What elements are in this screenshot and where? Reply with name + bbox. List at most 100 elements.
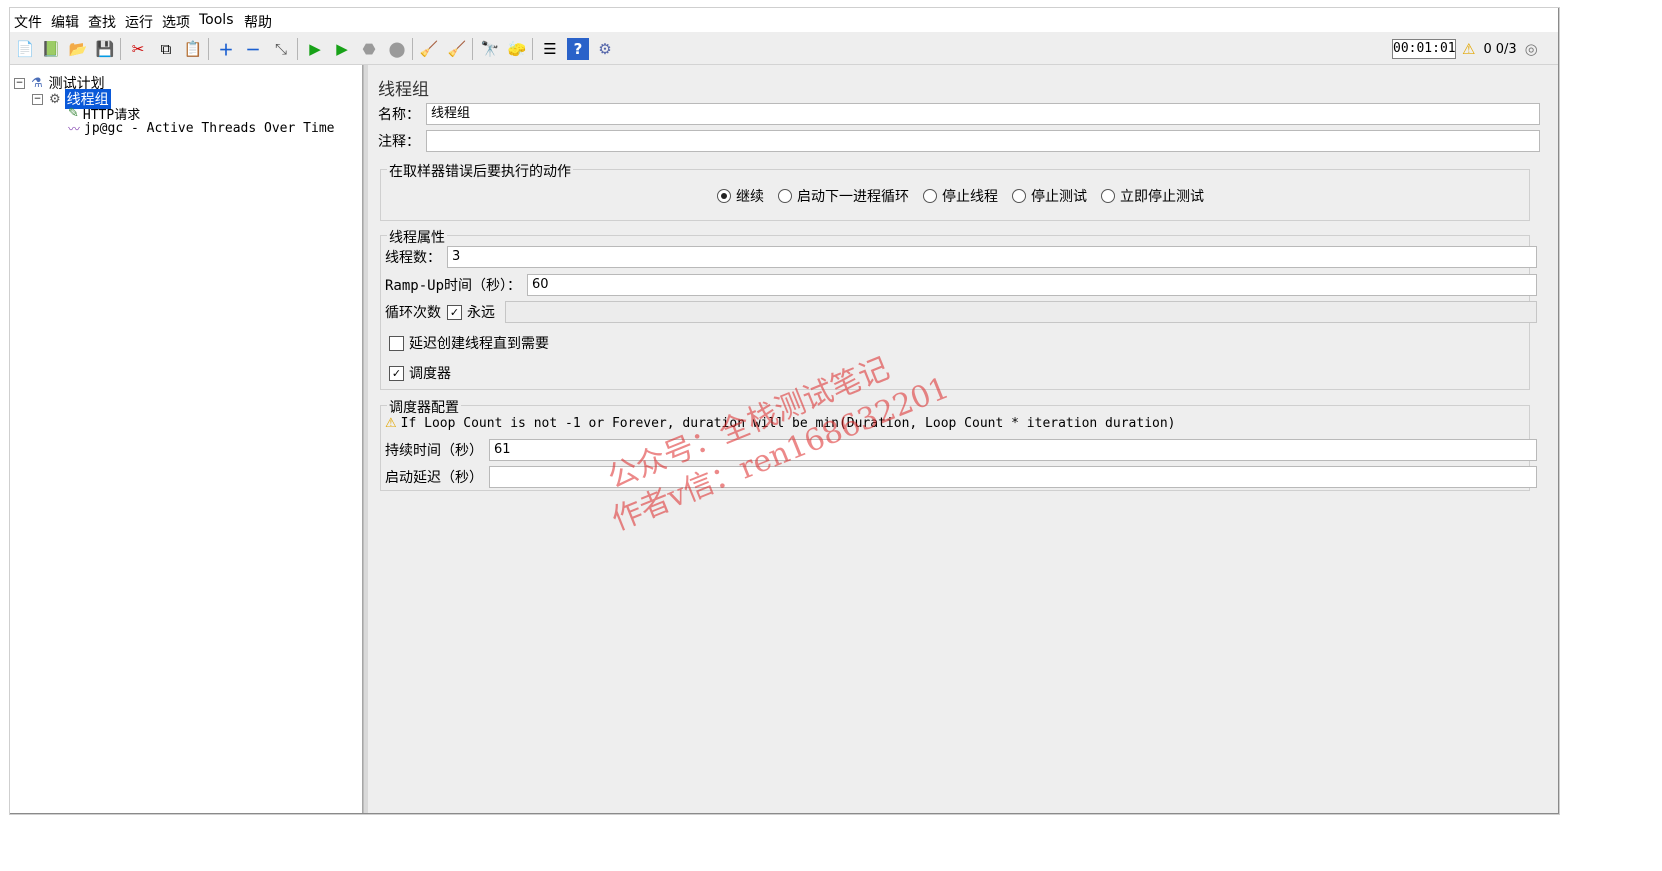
- expand-icon[interactable]: ＋: [215, 38, 237, 60]
- scheduler-row[interactable]: ✓ 调度器: [389, 363, 457, 383]
- collapse-icon[interactable]: －: [242, 38, 264, 60]
- radio-label: 停止测试: [1031, 189, 1087, 205]
- panel-title: 线程组: [378, 80, 429, 100]
- toggle-icon[interactable]: ⤡: [270, 38, 292, 60]
- radio-label: 停止线程: [942, 189, 998, 205]
- menu-run[interactable]: 运行: [125, 12, 153, 32]
- startup-delay-label: 启动延迟（秒）: [385, 470, 483, 486]
- error-action-group: 在取样器错误后要执行的动作 继续 启动下一进程循环 停止线程 停止测试 立即停止…: [380, 161, 1530, 221]
- status-indicators: ⚠ 0 0/3 ◎: [1462, 40, 1538, 58]
- menu-edit[interactable]: 编辑: [51, 12, 79, 32]
- menu-tools[interactable]: Tools: [199, 12, 234, 28]
- scheduler-config-legend: 调度器配置: [387, 397, 461, 417]
- error-action-legend: 在取样器错误后要执行的动作: [387, 161, 573, 181]
- radio-dot: [923, 189, 937, 203]
- graph-icon: 〰: [68, 122, 81, 136]
- collapse-toggle[interactable]: −: [32, 93, 43, 105]
- search-icon[interactable]: 🔭: [479, 38, 501, 60]
- toolbar: 📄 📗 📂 💾 ✂ ⧉ 📋 ＋ － ⤡ ▶ ▶ ⬣ ⬤ 🧹 🧹 🔭 🧽 ☰ ? …: [10, 34, 1558, 65]
- active-threads: 0/3: [1495, 41, 1517, 57]
- threads-field[interactable]: 3: [447, 246, 1537, 268]
- save-icon[interactable]: 💾: [94, 38, 116, 60]
- warning-icon: ⚠: [385, 416, 397, 431]
- scheduler-label: 调度器: [409, 366, 451, 382]
- separator: [297, 38, 298, 60]
- separator: [412, 38, 413, 60]
- menu-help[interactable]: 帮助: [244, 12, 272, 32]
- delay-label: 延迟创建线程直到需要: [409, 336, 549, 352]
- threads-row: 线程数： 3: [385, 246, 1537, 268]
- radio-stop-test-now[interactable]: 立即停止测试: [1101, 186, 1204, 206]
- sampler-pen-icon: ✎: [68, 106, 79, 121]
- radio-label: 启动下一进程循环: [797, 189, 909, 205]
- radio-label: 立即停止测试: [1120, 189, 1204, 205]
- threads-label: 线程数：: [385, 250, 441, 266]
- error-action-options: 继续 启动下一进程循环 停止线程 停止测试 立即停止测试: [717, 186, 1218, 206]
- startup-delay-row: 启动延迟（秒）: [385, 466, 1537, 488]
- open-icon[interactable]: 📂: [67, 38, 89, 60]
- radio-dot: [717, 189, 731, 203]
- reset-search-icon[interactable]: 🧽: [506, 38, 528, 60]
- radio-dot: [1012, 189, 1026, 203]
- scheduler-config-group: 调度器配置 ⚠ If Loop Count is not -1 or Forev…: [380, 397, 1537, 491]
- remote-icon[interactable]: ⚙: [594, 38, 616, 60]
- thread-properties-group: 线程属性 线程数： 3 Ramp-Up时间（秒）： 60 循环次数 ✓ 永远 延…: [380, 227, 1537, 390]
- delay-row[interactable]: 延迟创建线程直到需要: [389, 333, 555, 353]
- gear-icon: ⚙: [49, 91, 61, 107]
- loop-label: 循环次数: [385, 305, 441, 321]
- menu-file[interactable]: 文件: [14, 12, 42, 32]
- templates-icon[interactable]: 📗: [40, 38, 62, 60]
- radio-stop-thread[interactable]: 停止线程: [923, 186, 998, 206]
- copy-icon[interactable]: ⧉: [155, 38, 177, 60]
- warning-icon[interactable]: ⚠: [1462, 40, 1475, 58]
- menu-options[interactable]: 选项: [162, 12, 190, 32]
- delay-checkbox[interactable]: [389, 335, 404, 351]
- clear-icon[interactable]: 🧹: [418, 38, 440, 60]
- test-plan-tree: − ⚗ 测试计划 − ⚙ 线程组 ✎ HTTP请求 〰 jp@gc - Acti…: [10, 65, 363, 813]
- menu-bar: 文件 编辑 查找 运行 选项 Tools 帮助: [10, 8, 1558, 32]
- shutdown-icon[interactable]: ⬤: [386, 38, 408, 60]
- clear-all-icon[interactable]: 🧹: [446, 38, 468, 60]
- forever-label: 永远: [467, 305, 495, 321]
- comment-label: 注释：: [378, 134, 420, 150]
- new-icon[interactable]: 📄: [14, 38, 36, 60]
- radio-label: 继续: [736, 189, 764, 205]
- name-field[interactable]: 线程组: [426, 103, 1540, 125]
- elapsed-timer: 00:01:01: [1392, 39, 1456, 59]
- help-icon[interactable]: ?: [567, 38, 589, 60]
- radio-dot: [778, 189, 792, 203]
- radio-continue[interactable]: 继续: [717, 186, 764, 206]
- warning-count: 0: [1483, 41, 1492, 57]
- radio-dot: [1101, 189, 1115, 203]
- duration-row: 持续时间（秒） 61: [385, 439, 1537, 461]
- thread-group-panel: 线程组 名称： 线程组 注释： 在取样器错误后要执行的动作 继续 启动下一进程循…: [368, 65, 1558, 813]
- name-row: 名称： 线程组: [378, 103, 1540, 125]
- forever-checkbox[interactable]: ✓: [447, 304, 462, 320]
- scheduler-checkbox[interactable]: ✓: [389, 365, 404, 381]
- radio-start-next-loop[interactable]: 启动下一进程循环: [778, 186, 909, 206]
- tree-item-label: jp@gc - Active Threads Over Time: [84, 121, 335, 136]
- separator: [472, 38, 473, 60]
- tree-item-listener[interactable]: 〰 jp@gc - Active Threads Over Time: [68, 120, 334, 137]
- paste-icon[interactable]: 📋: [182, 38, 204, 60]
- start-no-pause-icon[interactable]: ▶: [331, 38, 353, 60]
- stop-icon[interactable]: ⬣: [358, 38, 380, 60]
- menu-search[interactable]: 查找: [88, 12, 116, 32]
- name-label: 名称：: [378, 107, 420, 123]
- loop-count-field[interactable]: [505, 301, 1537, 323]
- cut-icon[interactable]: ✂: [127, 38, 149, 60]
- comment-row: 注释：: [378, 130, 1540, 152]
- separator: [120, 38, 121, 60]
- rampup-label: Ramp-Up时间（秒）：: [385, 278, 522, 294]
- running-indicator-icon: ◎: [1524, 40, 1538, 58]
- collapse-toggle[interactable]: −: [14, 77, 25, 89]
- loop-row: 循环次数 ✓ 永远: [385, 301, 1537, 323]
- rampup-field[interactable]: 60: [527, 274, 1537, 296]
- duration-label: 持续时间（秒）: [385, 443, 483, 459]
- start-icon[interactable]: ▶: [304, 38, 326, 60]
- rampup-row: Ramp-Up时间（秒）： 60: [385, 274, 1537, 296]
- comment-field[interactable]: [426, 130, 1540, 152]
- radio-stop-test[interactable]: 停止测试: [1012, 186, 1087, 206]
- function-helper-icon[interactable]: ☰: [539, 38, 561, 60]
- separator: [208, 38, 209, 60]
